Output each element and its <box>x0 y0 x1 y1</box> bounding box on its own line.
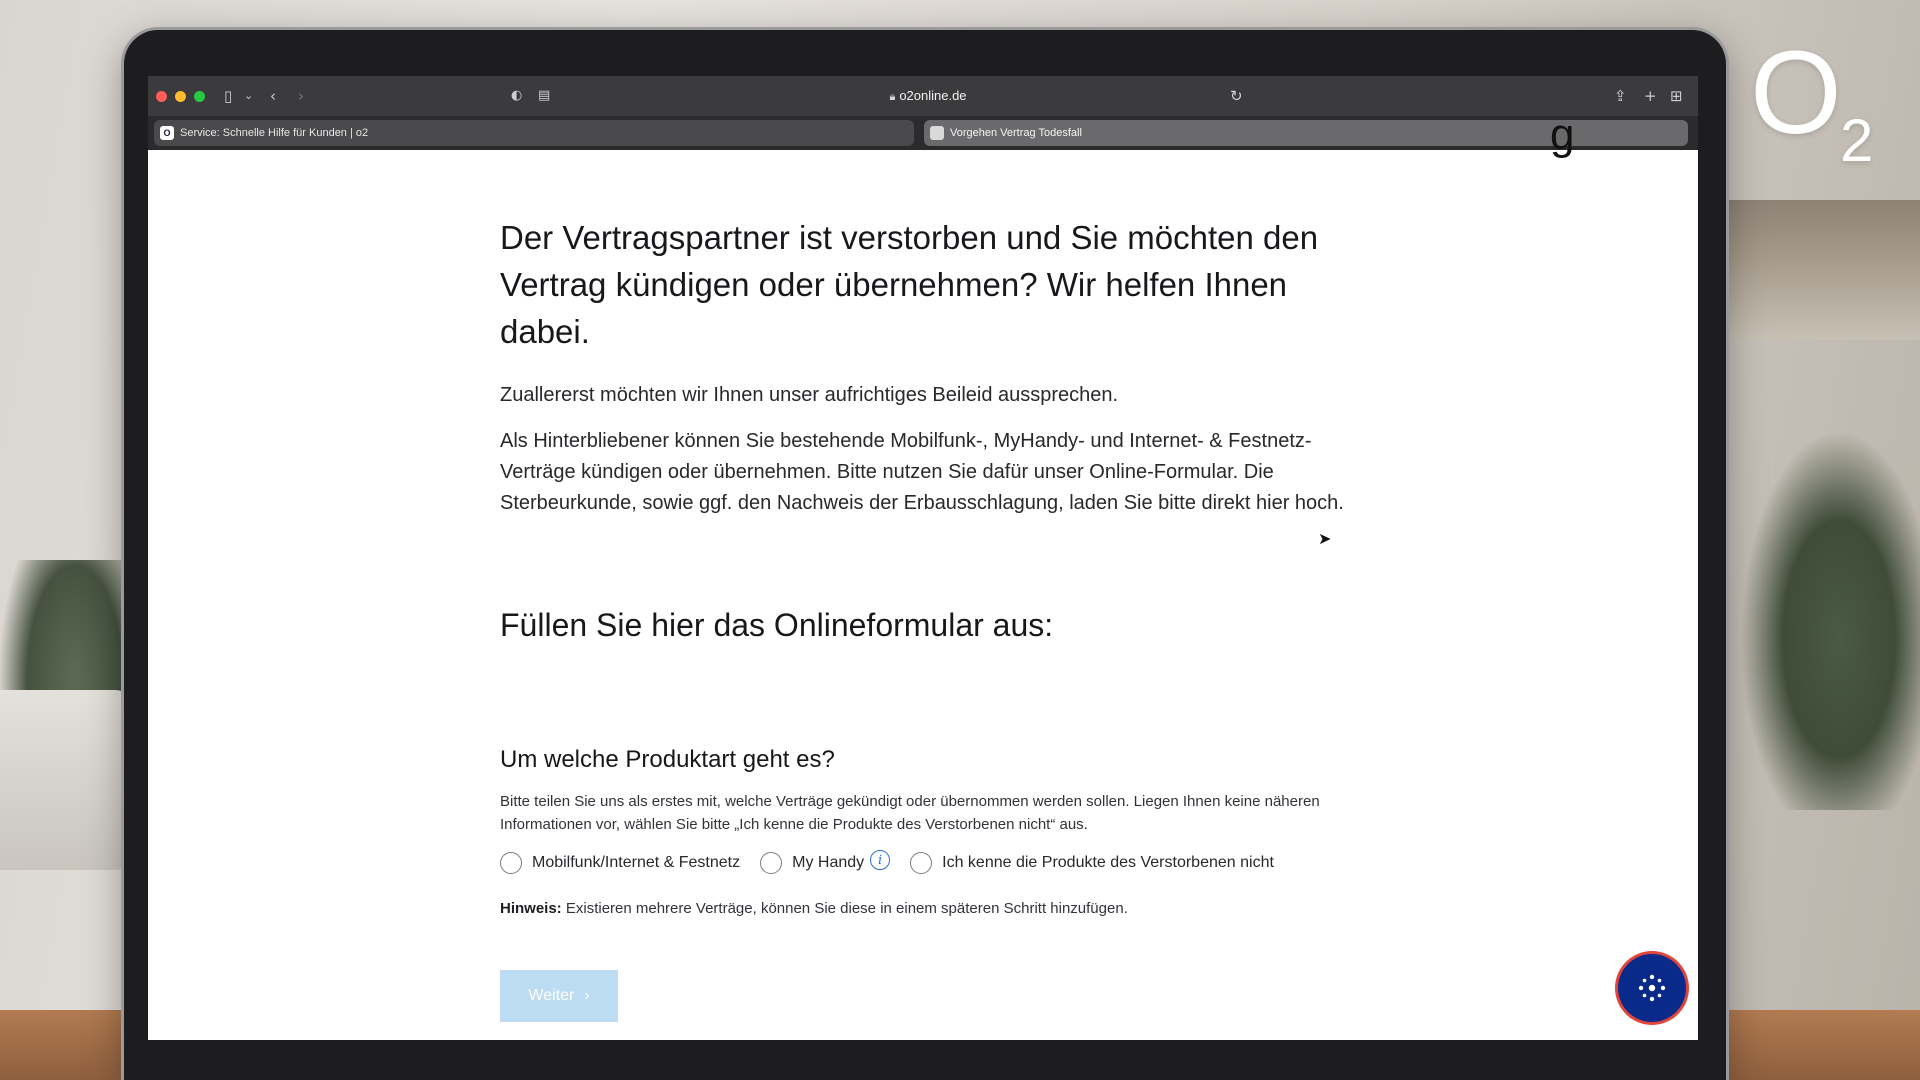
hint-text: Hinweis: Existieren mehrere Verträge, kö… <box>500 900 1128 917</box>
browser-window: ▯ ⌄ ‹ › ◐ ▤ 🔒︎ o2online.de ↻ ⇪ + ⊞ O Serv… <box>148 76 1698 1040</box>
condolence-text: Zuallererst möchten wir Ihnen unser aufr… <box>500 384 1119 406</box>
share-icon[interactable]: ⇪ <box>1614 86 1627 106</box>
page-heading: Der Vertragspartner ist verstorben und S… <box>500 219 1319 350</box>
tab-label: Vorgehen Vertrag Todesfall <box>950 127 1082 139</box>
window-controls <box>156 90 205 102</box>
page-title-fragment: g <box>1550 110 1575 159</box>
new-tab-icon[interactable]: + <box>1644 86 1657 106</box>
background-shelf <box>1720 200 1920 340</box>
radio-mobilfunk[interactable]: Mobilfunk/Internet & Festnetz <box>500 852 740 874</box>
back-icon[interactable]: ‹ <box>270 86 276 106</box>
address-bar[interactable]: 🔒︎ o2online.de <box>848 86 1008 107</box>
close-window-button[interactable] <box>156 90 167 102</box>
next-button[interactable]: Weiter › <box>500 970 618 1022</box>
forward-icon[interactable]: › <box>298 86 304 106</box>
hint-label: Hinweis: <box>500 900 562 917</box>
o2-favicon-icon: O <box>160 126 174 140</box>
intro-text: Als Hinterbliebener können Sie bestehend… <box>500 430 1344 514</box>
chat-assistant-button[interactable] <box>1618 954 1686 1022</box>
background-plant-right <box>1740 430 1920 810</box>
radio-label: My Handy <box>792 854 865 871</box>
o2-logo-2: 2 <box>1840 107 1874 174</box>
laptop-frame: ▯ ⌄ ‹ › ◐ ▤ 🔒︎ o2online.de ↻ ⇪ + ⊞ O Serv… <box>124 30 1726 1080</box>
radio-button[interactable] <box>910 852 933 874</box>
page-favicon-icon <box>930 126 944 140</box>
product-type-radio-group: Mobilfunk/Internet & Festnetz My Handy i… <box>500 850 1294 874</box>
reload-icon[interactable]: ↻ <box>1230 86 1243 106</box>
tab-bar: O Service: Schnelle Hilfe für Kunden | o… <box>148 116 1698 150</box>
o2-logo: O 2 <box>1750 34 1873 174</box>
tab-service[interactable]: O Service: Schnelle Hilfe für Kunden | o… <box>154 120 914 146</box>
radio-label: Ich kenne die Produkte des Verstorbenen … <box>942 854 1274 871</box>
form-heading: Füllen Sie hier das Onlineformular aus: <box>500 607 1054 643</box>
radio-my-handy[interactable]: My Handy i <box>760 850 891 874</box>
mouse-cursor-icon: ➤ <box>1318 531 1332 548</box>
url-text: o2online.de <box>899 88 967 103</box>
minimize-window-button[interactable] <box>175 90 186 102</box>
sparkle-icon <box>1638 974 1666 1002</box>
radio-label: Mobilfunk/Internet & Festnetz <box>532 854 741 871</box>
radio-button[interactable] <box>760 852 783 874</box>
browser-toolbar: ▯ ⌄ ‹ › ◐ ▤ 🔒︎ o2online.de ↻ ⇪ + ⊞ <box>148 76 1698 116</box>
radio-button[interactable] <box>500 852 522 874</box>
lock-icon: 🔒︎ <box>889 91 896 103</box>
zoom-window-button[interactable] <box>194 90 205 102</box>
question-heading: Um welche Produktart geht es? <box>500 746 835 773</box>
o2-logo-o: O <box>1750 27 1842 159</box>
tab-label: Service: Schnelle Hilfe für Kunden | o2 <box>180 127 369 139</box>
hint-body: Existieren mehrere Verträge, können Sie … <box>561 900 1128 917</box>
sidebar-icon[interactable]: ▯ <box>224 86 232 106</box>
radio-unknown-products[interactable]: Ich kenne die Produkte des Verstorbenen … <box>910 852 1274 874</box>
info-icon[interactable]: i <box>870 850 891 870</box>
background-pot-left <box>0 690 135 870</box>
web-page: g Der Vertragspartner ist verstorben und… <box>148 110 1698 1040</box>
chevron-down-icon[interactable]: ⌄ <box>244 86 253 106</box>
reader-icon[interactable]: ▤ <box>538 86 550 106</box>
shield-icon[interactable]: ◐ <box>511 86 522 106</box>
tab-overview-icon[interactable]: ⊞ <box>1670 86 1683 106</box>
question-description: Bitte teilen Sie uns als erstes mit, wel… <box>500 793 1320 833</box>
chevron-right-icon: › <box>584 987 590 1004</box>
next-button-label: Weiter <box>528 987 575 1004</box>
